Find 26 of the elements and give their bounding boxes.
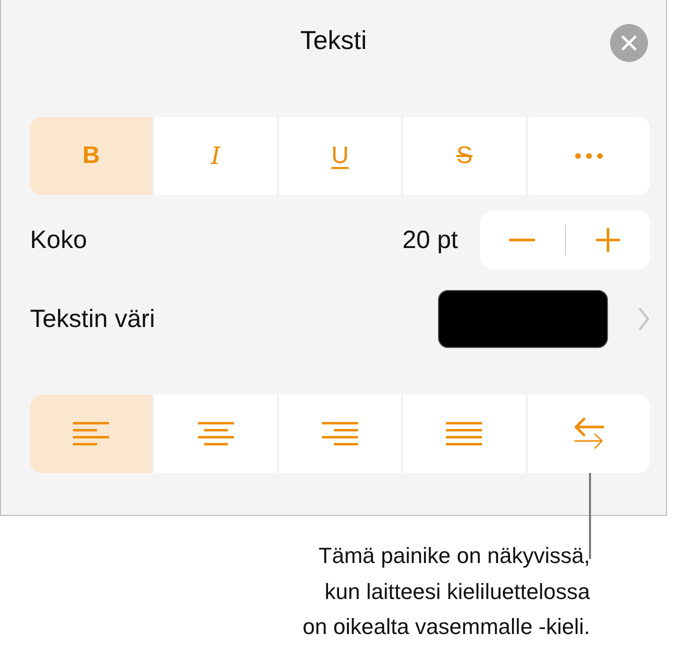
align-justify-icon [446,422,482,446]
panel-title: Teksti [300,24,367,56]
size-label: Koko [30,226,88,254]
callout-text: Tämä painike on näkyvissä, kun laitteesi kieliluettelossa on oikealta vasemmalle -kieli. [302,542,590,641]
align-button[interactable] [403,395,526,473]
align-button[interactable] [30,395,152,473]
plus-icon [596,228,620,252]
more-icon [574,153,603,159]
align-button[interactable] [154,395,277,473]
align-right-icon [322,422,358,446]
align-center-icon [198,422,234,446]
size-value: 20 pt [402,226,458,254]
style-button[interactable]: U [278,117,402,195]
color-swatch[interactable] [438,290,608,348]
style-button[interactable]: S [403,117,526,195]
arrows-icon [572,417,605,451]
close-icon [621,35,637,51]
align-left-icon [73,422,110,446]
text-color-label: Tekstin väri [30,304,156,334]
style-button[interactable]: I [154,117,277,195]
text-direction-button[interactable] [528,395,650,473]
minus-icon [509,238,536,242]
style-button[interactable]: B [30,117,152,195]
align-button[interactable] [278,395,402,473]
close-button[interactable] [610,24,648,62]
chevron-right-icon [638,307,650,331]
